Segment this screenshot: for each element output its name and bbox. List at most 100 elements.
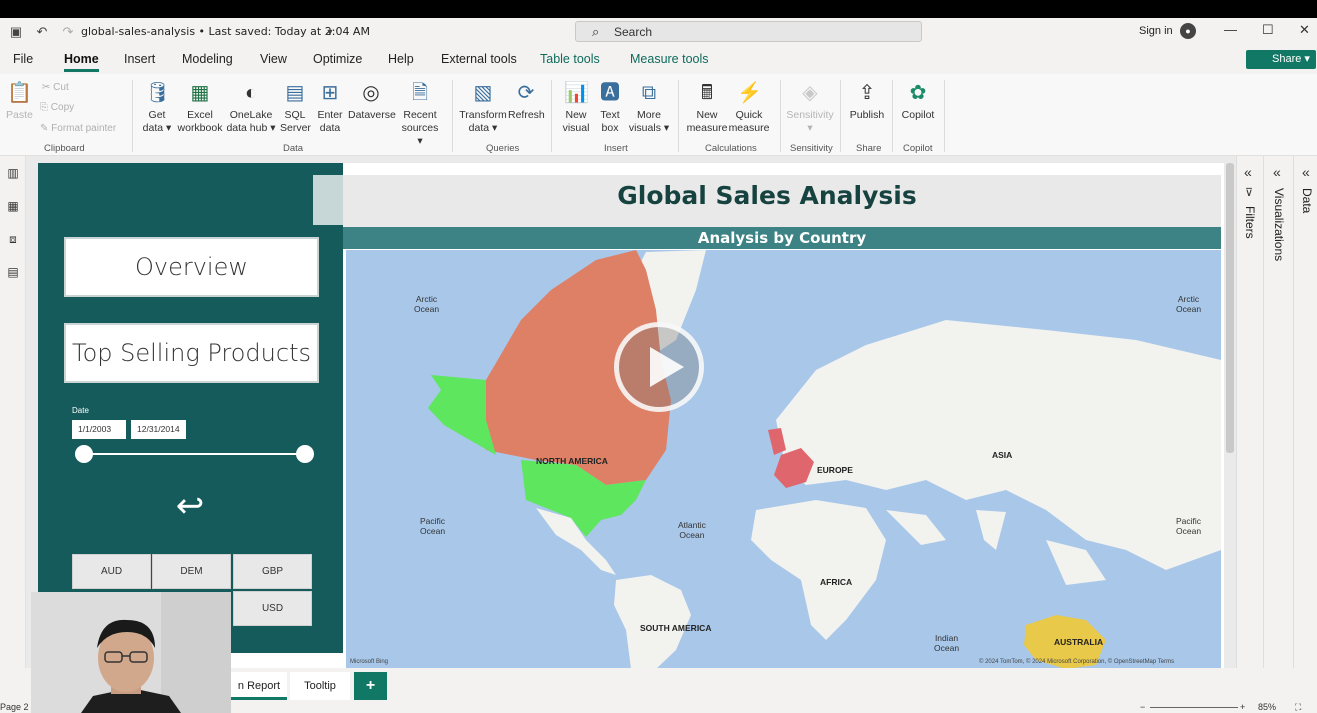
add-page-button[interactable]: + (354, 672, 387, 700)
copy-label: Copy (50, 102, 75, 113)
minimize-icon[interactable]: — (1224, 22, 1237, 37)
fit-to-page-icon[interactable]: ⛶ (1295, 702, 1301, 713)
data-pane[interactable]: « Data (1293, 156, 1317, 676)
new-visual-label-2: visual (562, 122, 590, 134)
map-label-indian-ocean: Indian Ocean (934, 633, 960, 653)
play-icon[interactable] (614, 322, 704, 412)
canvas-scrollbar[interactable] (1226, 163, 1234, 453)
back-arrow-icon[interactable]: ↩ (168, 486, 212, 526)
undo-icon[interactable]: ↶ (34, 24, 50, 40)
sensitivity-label: Sensitivity (786, 109, 834, 121)
close-icon[interactable]: ✕ (1299, 22, 1310, 38)
sign-in-link[interactable]: Sign in (1139, 25, 1173, 37)
copilot-icon: ✿ (909, 82, 927, 104)
onelake-label-2: data hub (226, 122, 268, 134)
new-measure-button[interactable]: 🖩 New measure (686, 80, 728, 135)
group-calculations: Calculations (705, 143, 757, 154)
page-tab-report[interactable]: n Report (231, 672, 287, 700)
publish-button[interactable]: ⇪ Publish (848, 80, 886, 122)
tab-modeling[interactable]: Modeling (182, 52, 233, 66)
collapse-filters-icon[interactable]: « (1244, 164, 1252, 180)
table-view-icon[interactable]: ▦ (5, 199, 21, 215)
collapse-data-icon[interactable]: « (1302, 164, 1310, 180)
quick-measure-button[interactable]: ⚡ Quick measure (728, 80, 770, 135)
date-start-input[interactable]: 1/1/2003 (72, 420, 126, 439)
save-icon[interactable]: ▣ (8, 24, 24, 40)
bing-logo: Microsoft Bing (350, 659, 389, 665)
tab-optimize[interactable]: Optimize (313, 52, 362, 66)
date-slider-start-handle[interactable] (75, 445, 93, 463)
database-icon: 🛢 (145, 82, 171, 104)
user-avatar-icon[interactable]: ● (1180, 23, 1196, 39)
group-data: Data (283, 143, 304, 154)
transform-data-button[interactable]: ▧ Transform data ▾ (459, 80, 507, 135)
dataverse-button[interactable]: ◎ Dataverse (348, 80, 396, 122)
date-slider-end-handle[interactable] (296, 445, 314, 463)
currency-button-usd[interactable]: USD (233, 591, 312, 626)
maximize-icon[interactable]: ☐ (1262, 22, 1274, 38)
filters-pane[interactable]: « ⊽ Filters (1236, 156, 1263, 676)
visualizations-label: Visualizations (1272, 188, 1286, 262)
dax-query-view-icon[interactable]: ▤ (5, 265, 21, 281)
refresh-button[interactable]: ⟳ Refresh (508, 80, 545, 122)
zoom-out-icon[interactable]: − (1140, 702, 1145, 712)
tab-help[interactable]: Help (388, 52, 414, 66)
report-view-icon[interactable]: ▥ (5, 166, 21, 182)
copilot-button[interactable]: ✿ Copilot (898, 80, 938, 122)
report-subtitle: Analysis by Country (697, 229, 867, 247)
share-button[interactable]: Share ▾ (1246, 50, 1316, 69)
format-painter-button[interactable]: ✎ Format painter (40, 123, 116, 134)
get-data-button[interactable]: 🛢 Get data ▾ (140, 80, 174, 135)
sql-server-button[interactable]: ▤ SQL Server (280, 80, 311, 135)
model-view-icon[interactable]: ⧈ (5, 232, 21, 248)
paste-button[interactable]: 📋 Paste (6, 80, 33, 122)
tab-table-tools[interactable]: Table tools (540, 52, 600, 66)
overview-button[interactable]: Overview (64, 237, 319, 297)
panel-toggle-tab[interactable] (313, 175, 344, 225)
date-end-input[interactable]: 12/31/2014 (131, 420, 186, 439)
cut-button[interactable]: ✂ Cut (42, 82, 69, 93)
copy-button[interactable]: ⎘ Copy (40, 102, 74, 113)
new-visual-button[interactable]: 📊 New visual (560, 80, 592, 135)
tab-file[interactable]: File (13, 52, 33, 66)
currency-button-gbp[interactable]: GBP (233, 554, 312, 589)
ribbon-separator (132, 80, 133, 152)
map-label-australia: AUSTRALIA (1054, 637, 1104, 647)
page-tab-tooltip[interactable]: Tooltip (290, 672, 350, 700)
date-slider-track[interactable] (84, 453, 305, 455)
table-icon: ⊞ (321, 82, 339, 104)
map-label-africa: AFRICA (820, 577, 853, 587)
filled-map-visual[interactable]: Arctic Ocean Arctic Ocean Pacific Ocean Pac… (346, 250, 1221, 669)
currency-button-dem[interactable]: DEM (152, 554, 231, 589)
title-bar: ▣ ↶ ↷ global-sales-analysis • Last saved… (0, 18, 1317, 46)
tab-measure-tools[interactable]: Measure tools (630, 52, 709, 66)
new-visual-label-1: New (565, 109, 587, 121)
recent-sources-button[interactable]: 🗎 Recent sources ▾ (398, 80, 442, 148)
world-map (428, 250, 1221, 669)
tab-view[interactable]: View (260, 52, 287, 66)
collapse-visualizations-icon[interactable]: « (1273, 164, 1281, 180)
tab-home[interactable]: Home (64, 52, 99, 72)
excel-workbook-button[interactable]: ▦ Excel workbook (176, 80, 224, 135)
chevron-down-icon[interactable]: ▼ (322, 24, 338, 40)
redo-icon[interactable]: ↷ (60, 24, 76, 40)
enter-data-button[interactable]: ⊞ Enter data (316, 80, 344, 135)
tab-external-tools[interactable]: External tools (441, 52, 517, 66)
tab-insert[interactable]: Insert (124, 52, 155, 66)
currency-button-aud[interactable]: AUD (72, 554, 151, 589)
zoom-slider[interactable] (1150, 707, 1238, 708)
visualizations-pane[interactable]: « Visualizations (1263, 156, 1293, 676)
zoom-in-icon[interactable]: + (1240, 702, 1245, 712)
search-input[interactable]: ⌕ Search (575, 21, 922, 42)
top-selling-products-button[interactable]: Top Selling Products (64, 323, 319, 383)
onelake-button[interactable]: ◐ OneLake data hub ▾ (226, 80, 276, 135)
left-view-nav: ▥ ▦ ⧈ ▤ (0, 156, 26, 676)
text-box-button[interactable]: 🅰 Text box (596, 80, 624, 135)
more-visuals-label-2: visuals (628, 122, 661, 134)
quick-measure-label-2: measure (728, 122, 770, 134)
map-label-south-america: SOUTH AMERICA (640, 623, 712, 633)
more-visuals-button[interactable]: ⧉ More visuals ▾ (628, 80, 670, 135)
publish-icon: ⇪ (858, 82, 876, 104)
map-copyright[interactable]: © 2024 TomTom, © 2024 Microsoft Corporat… (979, 659, 1174, 665)
sensitivity-button[interactable]: ◈ Sensitivity ▾ (784, 80, 836, 135)
